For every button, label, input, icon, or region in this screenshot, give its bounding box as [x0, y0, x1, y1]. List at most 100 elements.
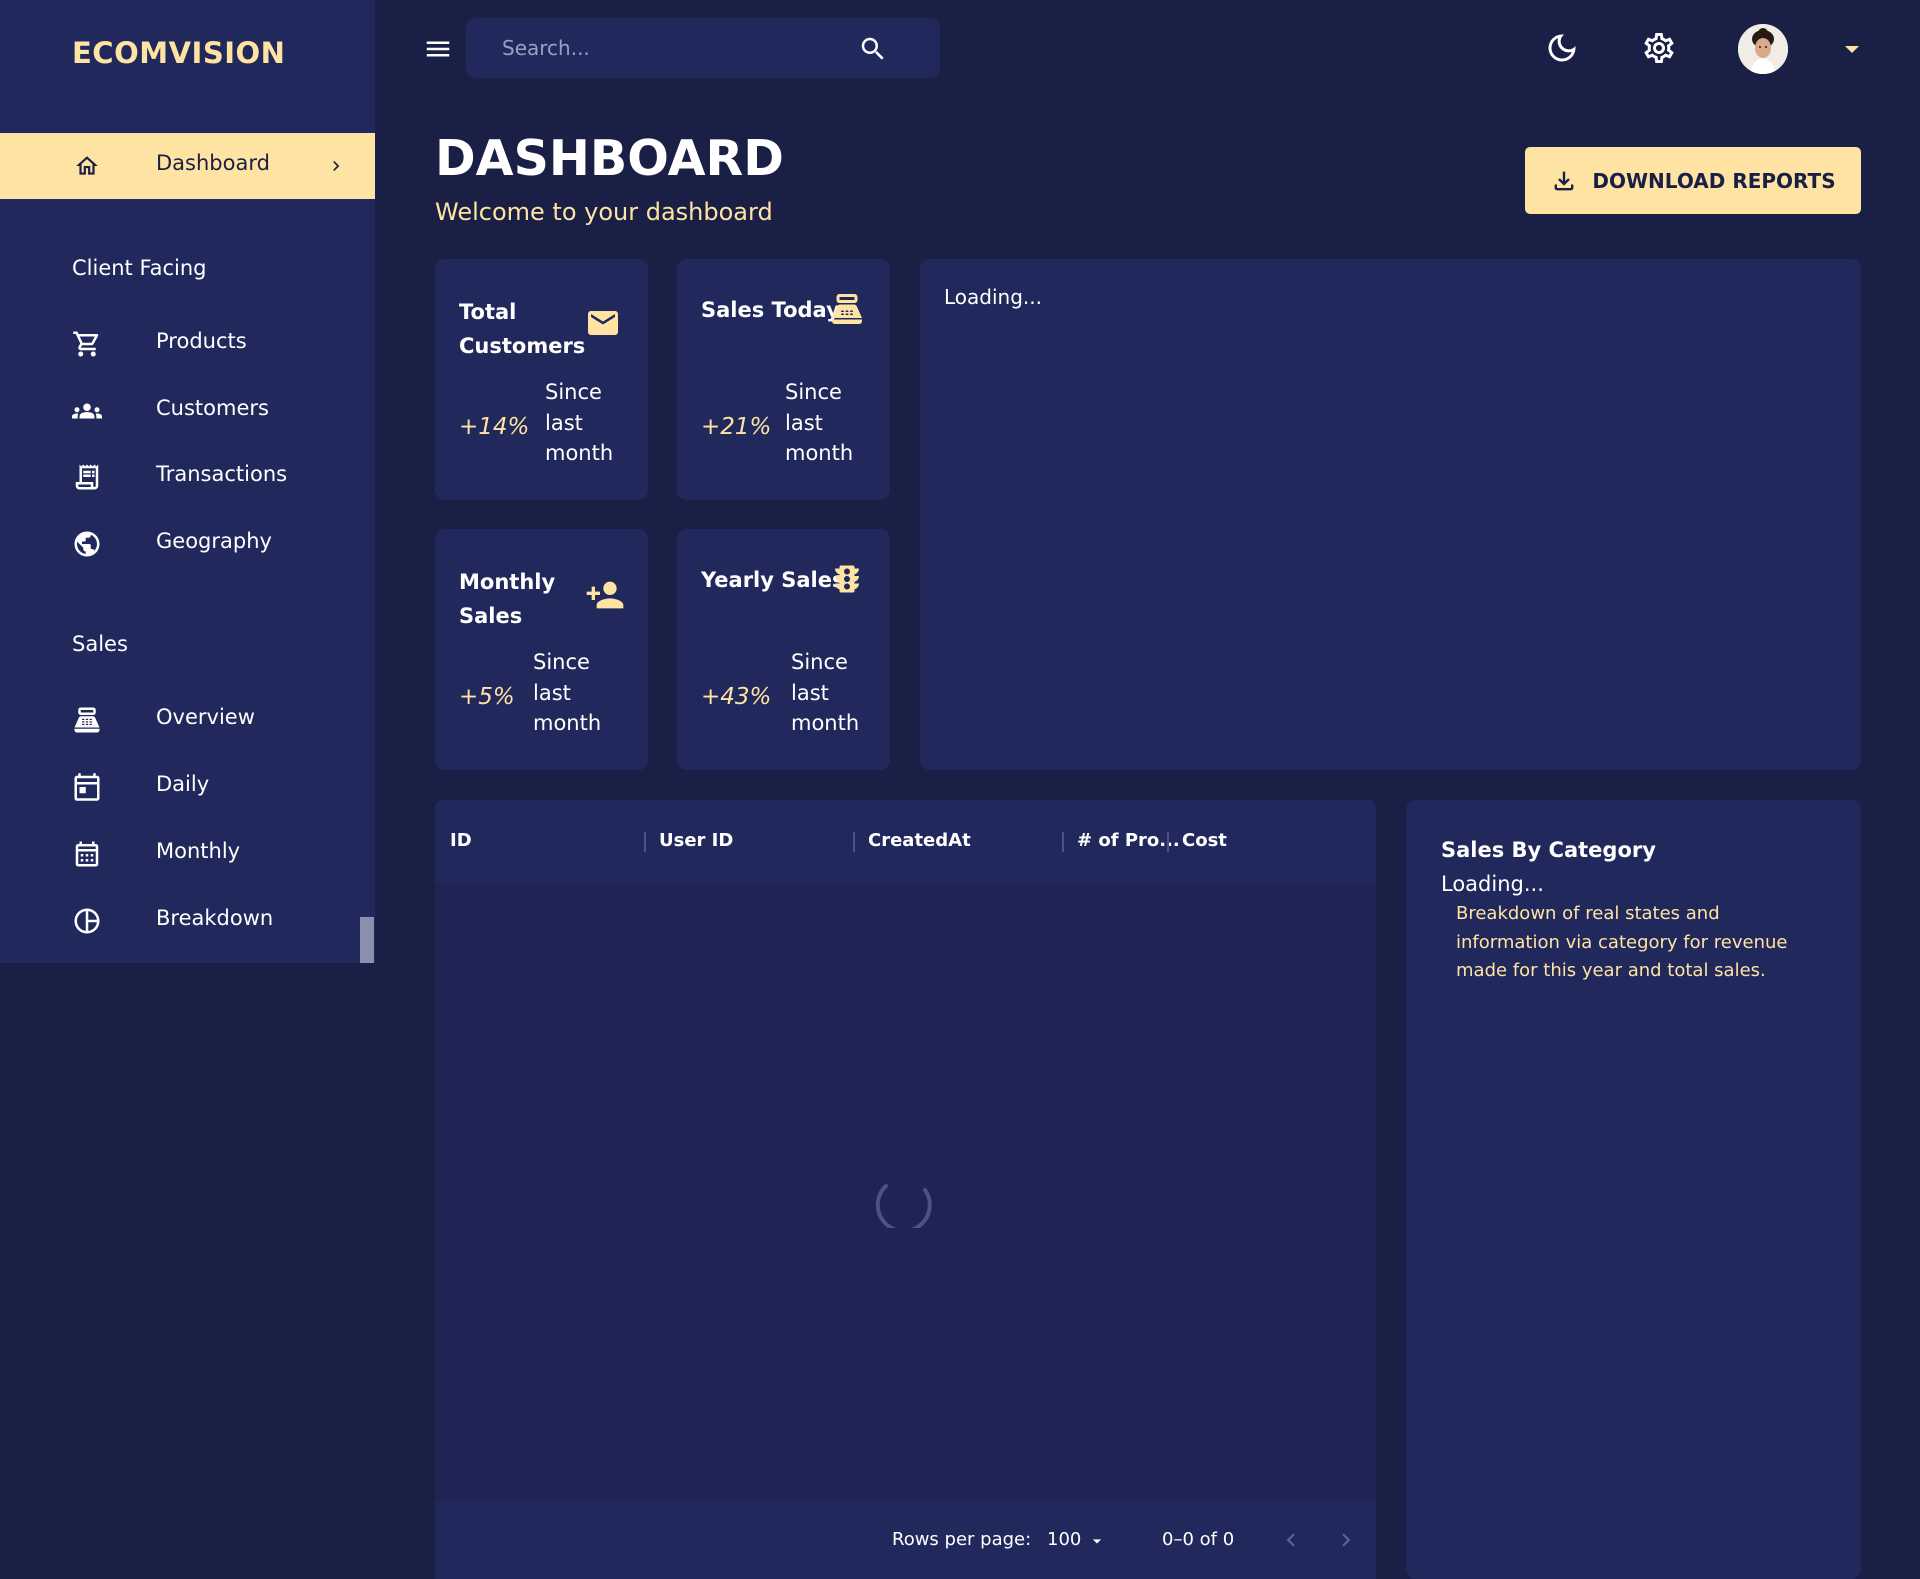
chevron-right-icon[interactable] — [1333, 1527, 1359, 1553]
stat-title-line: Customers — [459, 334, 586, 358]
sidebar-item-label: Overview — [156, 705, 255, 729]
sidebar-item-label: Geography — [156, 529, 272, 553]
settings-icon[interactable] — [1641, 30, 1677, 66]
sales-by-category-panel: Sales By Category Loading... Breakdown o… — [1406, 800, 1861, 1579]
download-reports-button[interactable]: DOWNLOAD REPORTS — [1525, 147, 1861, 214]
sidebar-item-label: Customers — [156, 396, 269, 420]
rows-per-page-select[interactable]: 100 — [1047, 1527, 1111, 1553]
download-icon — [1555, 171, 1574, 190]
home-icon — [76, 156, 98, 175]
column-header-cost[interactable]: Cost — [1182, 830, 1227, 851]
search-icon[interactable] — [858, 34, 888, 64]
stat-title-line: Sales Today — [701, 298, 840, 322]
stat-description-line: Since — [533, 650, 590, 674]
avatar-image — [1738, 24, 1788, 74]
page-title: DASHBOARD — [435, 130, 784, 187]
menu-icon[interactable] — [422, 34, 454, 64]
arrow-drop-down-icon — [1092, 1539, 1102, 1544]
point-of-sale-icon — [74, 707, 100, 733]
search-bar — [466, 18, 940, 78]
person-add-icon — [586, 581, 624, 609]
panel-title: Sales By Category — [1441, 838, 1656, 862]
stat-title-line: Yearly Sales — [701, 568, 845, 592]
table-header: ID User ID CreatedAt # of Pro... Cost — [435, 800, 1376, 883]
email-icon — [588, 311, 618, 335]
stat-card-yearly-sales: Yearly Sales +43% Since last month — [677, 529, 890, 770]
calendar-month-icon — [75, 841, 99, 867]
stat-description-line: last — [545, 410, 583, 435]
stat-description-line: last — [533, 680, 571, 705]
pagination-range: 0–0 of 0 — [1162, 1529, 1235, 1550]
traffic-icon — [835, 565, 859, 593]
sidebar-item-dashboard[interactable]: Dashboard — [0, 133, 375, 199]
stat-description-line: last — [785, 410, 823, 435]
stat-title-line: Sales — [459, 604, 523, 628]
receipt-icon — [75, 464, 99, 490]
section-title-client-facing: Client Facing — [72, 256, 207, 280]
pie-chart-icon — [74, 908, 100, 934]
panel-description: Breakdown of real states and information… — [1456, 903, 1788, 981]
groups-icon — [72, 403, 102, 419]
sidebar-item-monthly[interactable]: Monthly — [0, 822, 375, 882]
loading-text: Loading... — [944, 285, 1042, 309]
sidebar: ECOMVISION Dashboard Client Facing Produ… — [0, 0, 375, 963]
stat-title-line: Total — [459, 300, 517, 324]
sidebar-item-customers[interactable]: Customers — [0, 379, 375, 439]
sidebar-item-label: Daily — [156, 772, 210, 796]
arrow-drop-down-icon[interactable] — [1842, 42, 1862, 56]
column-header-created-at[interactable]: CreatedAt — [868, 830, 971, 851]
section-title-sales: Sales — [72, 632, 128, 656]
sidebar-item-label: Transactions — [156, 462, 288, 486]
stat-description-line: month — [785, 441, 854, 465]
stat-card-sales-today: Sales Today +21% Since last month — [677, 259, 890, 500]
column-separator[interactable] — [853, 832, 855, 852]
column-header-id[interactable]: ID — [450, 830, 472, 851]
stat-title: Sales Today — [701, 293, 840, 327]
stat-description-line: month — [545, 441, 614, 465]
column-separator[interactable] — [644, 832, 646, 852]
sidebar-item-products[interactable]: Products — [0, 312, 375, 372]
column-header-products[interactable]: # of Pro... — [1077, 830, 1180, 851]
chevron-left-icon[interactable] — [1278, 1527, 1304, 1553]
column-separator[interactable] — [1167, 832, 1169, 852]
sidebar-item-breakdown[interactable]: Breakdown — [0, 889, 375, 949]
sidebar-item-daily[interactable]: Daily — [0, 755, 375, 815]
stat-description-line: Since — [785, 380, 842, 404]
stat-title: Monthly Sales — [459, 565, 555, 633]
avatar[interactable] — [1738, 24, 1788, 74]
loading-spinner-icon — [875, 1184, 932, 1228]
brand-logo-text[interactable]: ECOMVISION — [72, 36, 285, 70]
stat-description-line: month — [791, 711, 860, 735]
stat-description: Since last month — [791, 647, 859, 739]
sidebar-item-label: Products — [156, 329, 247, 353]
sidebar-item-transactions[interactable]: Transactions — [0, 445, 375, 505]
sidebar-scrollbar[interactable] — [360, 917, 374, 963]
stat-increase: +14% — [459, 414, 530, 440]
page-subtitle: Welcome to your dashboard — [435, 198, 773, 226]
shopping-cart-icon — [73, 331, 99, 357]
loading-text: Loading... — [1441, 872, 1544, 896]
stat-description: Since last month — [545, 377, 613, 469]
column-separator[interactable] — [1062, 832, 1064, 852]
sidebar-item-label: Monthly — [156, 839, 241, 863]
transactions-table: ID User ID CreatedAt # of Pro... Cost Ro… — [435, 800, 1376, 1579]
sidebar-item-label: Breakdown — [156, 906, 274, 930]
point-of-sale-icon — [832, 294, 862, 324]
stat-description-line: month — [533, 711, 602, 735]
stat-card-total-customers: Total Customers +14% Since last month — [435, 259, 648, 500]
globe-icon — [74, 531, 100, 557]
sidebar-item-overview[interactable]: Overview — [0, 688, 375, 748]
stat-description: Since last month — [785, 377, 853, 469]
stat-title-line: Monthly — [459, 570, 556, 594]
chevron-right-icon — [333, 161, 340, 171]
stat-increase: +43% — [701, 684, 772, 710]
rows-per-page-value: 100 — [1047, 1529, 1082, 1550]
column-header-user-id[interactable]: User ID — [659, 830, 733, 851]
search-input[interactable] — [502, 34, 842, 62]
stat-description-line: Since — [791, 650, 848, 674]
sidebar-item-geography[interactable]: Geography — [0, 512, 375, 572]
dark-mode-icon[interactable] — [1544, 30, 1580, 66]
stat-increase: +5% — [459, 684, 515, 710]
stat-increase: +21% — [701, 414, 772, 440]
stat-title: Total Customers — [459, 295, 585, 363]
